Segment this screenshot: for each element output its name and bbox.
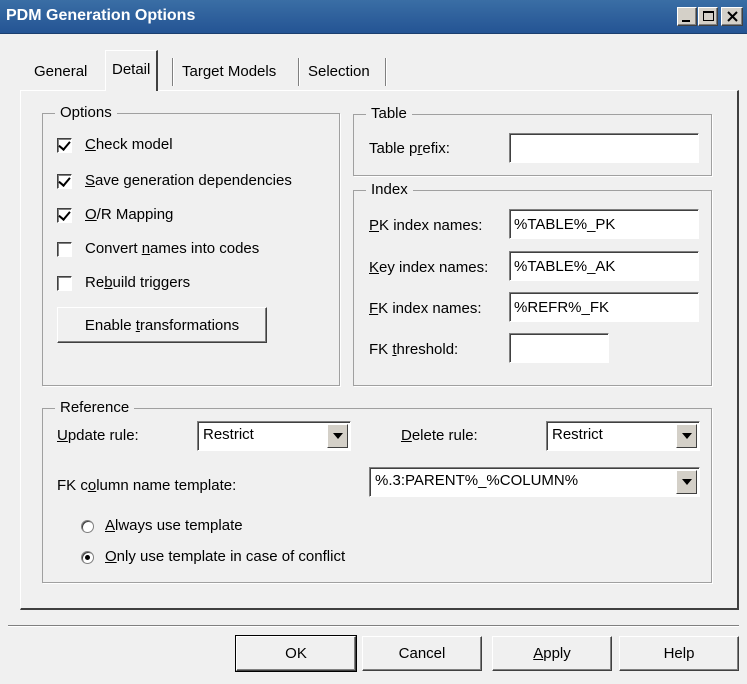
- enable-transformations-label: Enable transformations: [84, 316, 240, 334]
- rebuild-triggers-checkbox[interactable]: [57, 276, 72, 291]
- check-model-checkbox[interactable]: [57, 138, 72, 153]
- tab-label: Detail: [112, 61, 151, 78]
- enable-transformations-button[interactable]: Enable transformations: [57, 307, 267, 343]
- convert-names-checkbox[interactable]: [57, 242, 72, 257]
- delete-rule-label: Delete rule:: [401, 427, 478, 444]
- or-mapping-label[interactable]: O/R Mapping: [85, 206, 173, 223]
- tab-label: General: [34, 63, 88, 80]
- fk-column-name-template-value: %.3:PARENT%_%COLUMN%: [375, 472, 579, 489]
- or-mapping-checkbox[interactable]: [57, 208, 72, 223]
- pk-index-names-input[interactable]: [509, 209, 699, 239]
- update-rule-label: Update rule:: [57, 427, 139, 444]
- tab-label: Selection: [308, 63, 370, 80]
- ok-button[interactable]: OK: [235, 635, 357, 672]
- tab-selection[interactable]: Selection: [302, 55, 376, 90]
- only-use-template-label[interactable]: Only use template in case of conflict: [105, 548, 345, 565]
- tab-separator: [172, 58, 174, 86]
- chevron-down-icon[interactable]: [676, 470, 697, 494]
- update-rule-value: Restrict: [203, 426, 254, 443]
- chevron-down-icon[interactable]: [676, 424, 697, 448]
- table-prefix-label: Table prefix:: [369, 140, 450, 157]
- check-model-label[interactable]: Check model: [85, 136, 173, 153]
- close-button[interactable]: [721, 7, 743, 26]
- fk-column-name-template-select[interactable]: %.3:PARENT%_%COLUMN%: [369, 467, 700, 497]
- fk-threshold-input[interactable]: [509, 333, 609, 363]
- rebuild-triggers-label[interactable]: Rebuild triggers: [85, 274, 190, 291]
- tab-separator: [385, 58, 387, 86]
- key-index-names-input[interactable]: [509, 251, 699, 281]
- table-group-label: Table: [366, 105, 412, 122]
- tab-general[interactable]: General: [28, 55, 93, 90]
- only-use-template-radio[interactable]: [81, 551, 94, 564]
- cancel-button-label: Cancel: [398, 645, 446, 662]
- fk-index-names-input[interactable]: [509, 292, 699, 322]
- options-group-label: Options: [55, 104, 117, 121]
- save-generation-dependencies-checkbox[interactable]: [57, 174, 72, 189]
- ok-button-label: OK: [285, 645, 307, 662]
- help-button-label: Help: [663, 645, 695, 662]
- update-rule-select[interactable]: Restrict: [197, 421, 351, 451]
- fk-threshold-label: FK threshold:: [369, 341, 459, 358]
- always-use-template-radio[interactable]: [81, 520, 94, 533]
- title-bar[interactable]: PDM Generation Options: [0, 0, 747, 34]
- maximize-icon: [703, 11, 714, 21]
- fk-column-name-template-label: FK column name template:: [57, 477, 237, 494]
- tab-target-models[interactable]: Target Models: [176, 55, 282, 90]
- chevron-down-icon[interactable]: [327, 424, 348, 448]
- index-group-label: Index: [366, 181, 413, 198]
- always-use-template-label[interactable]: Always use template: [105, 517, 243, 534]
- apply-button[interactable]: Apply: [492, 636, 612, 671]
- table-prefix-input[interactable]: [509, 133, 699, 163]
- apply-button-label: Apply: [533, 645, 571, 662]
- maximize-button[interactable]: [698, 7, 718, 26]
- pk-index-names-label: PK index names:: [369, 217, 483, 234]
- reference-group-label: Reference: [55, 399, 135, 416]
- pdm-generation-options-dialog: { "window": { "title": "PDM Generation O…: [0, 0, 747, 684]
- tab-separator: [298, 58, 300, 86]
- help-button[interactable]: Help: [619, 636, 739, 671]
- cancel-button[interactable]: Cancel: [362, 636, 482, 671]
- convert-names-label[interactable]: Convert names into codes: [85, 240, 259, 257]
- delete-rule-value: Restrict: [552, 426, 603, 443]
- tab-detail[interactable]: Detail: [105, 50, 159, 91]
- save-generation-dependencies-label[interactable]: Save generation dependencies: [85, 172, 292, 189]
- close-icon: [727, 11, 738, 22]
- fk-index-names-label: FK index names:: [369, 300, 482, 317]
- minimize-icon: [682, 20, 690, 22]
- minimize-button[interactable]: [677, 7, 697, 26]
- tab-label: Target Models: [182, 63, 277, 80]
- window-title: PDM Generation Options: [6, 7, 196, 24]
- delete-rule-select[interactable]: Restrict: [546, 421, 700, 451]
- bottom-separator-highlight: [8, 626, 739, 627]
- key-index-names-label: Key index names:: [369, 259, 489, 276]
